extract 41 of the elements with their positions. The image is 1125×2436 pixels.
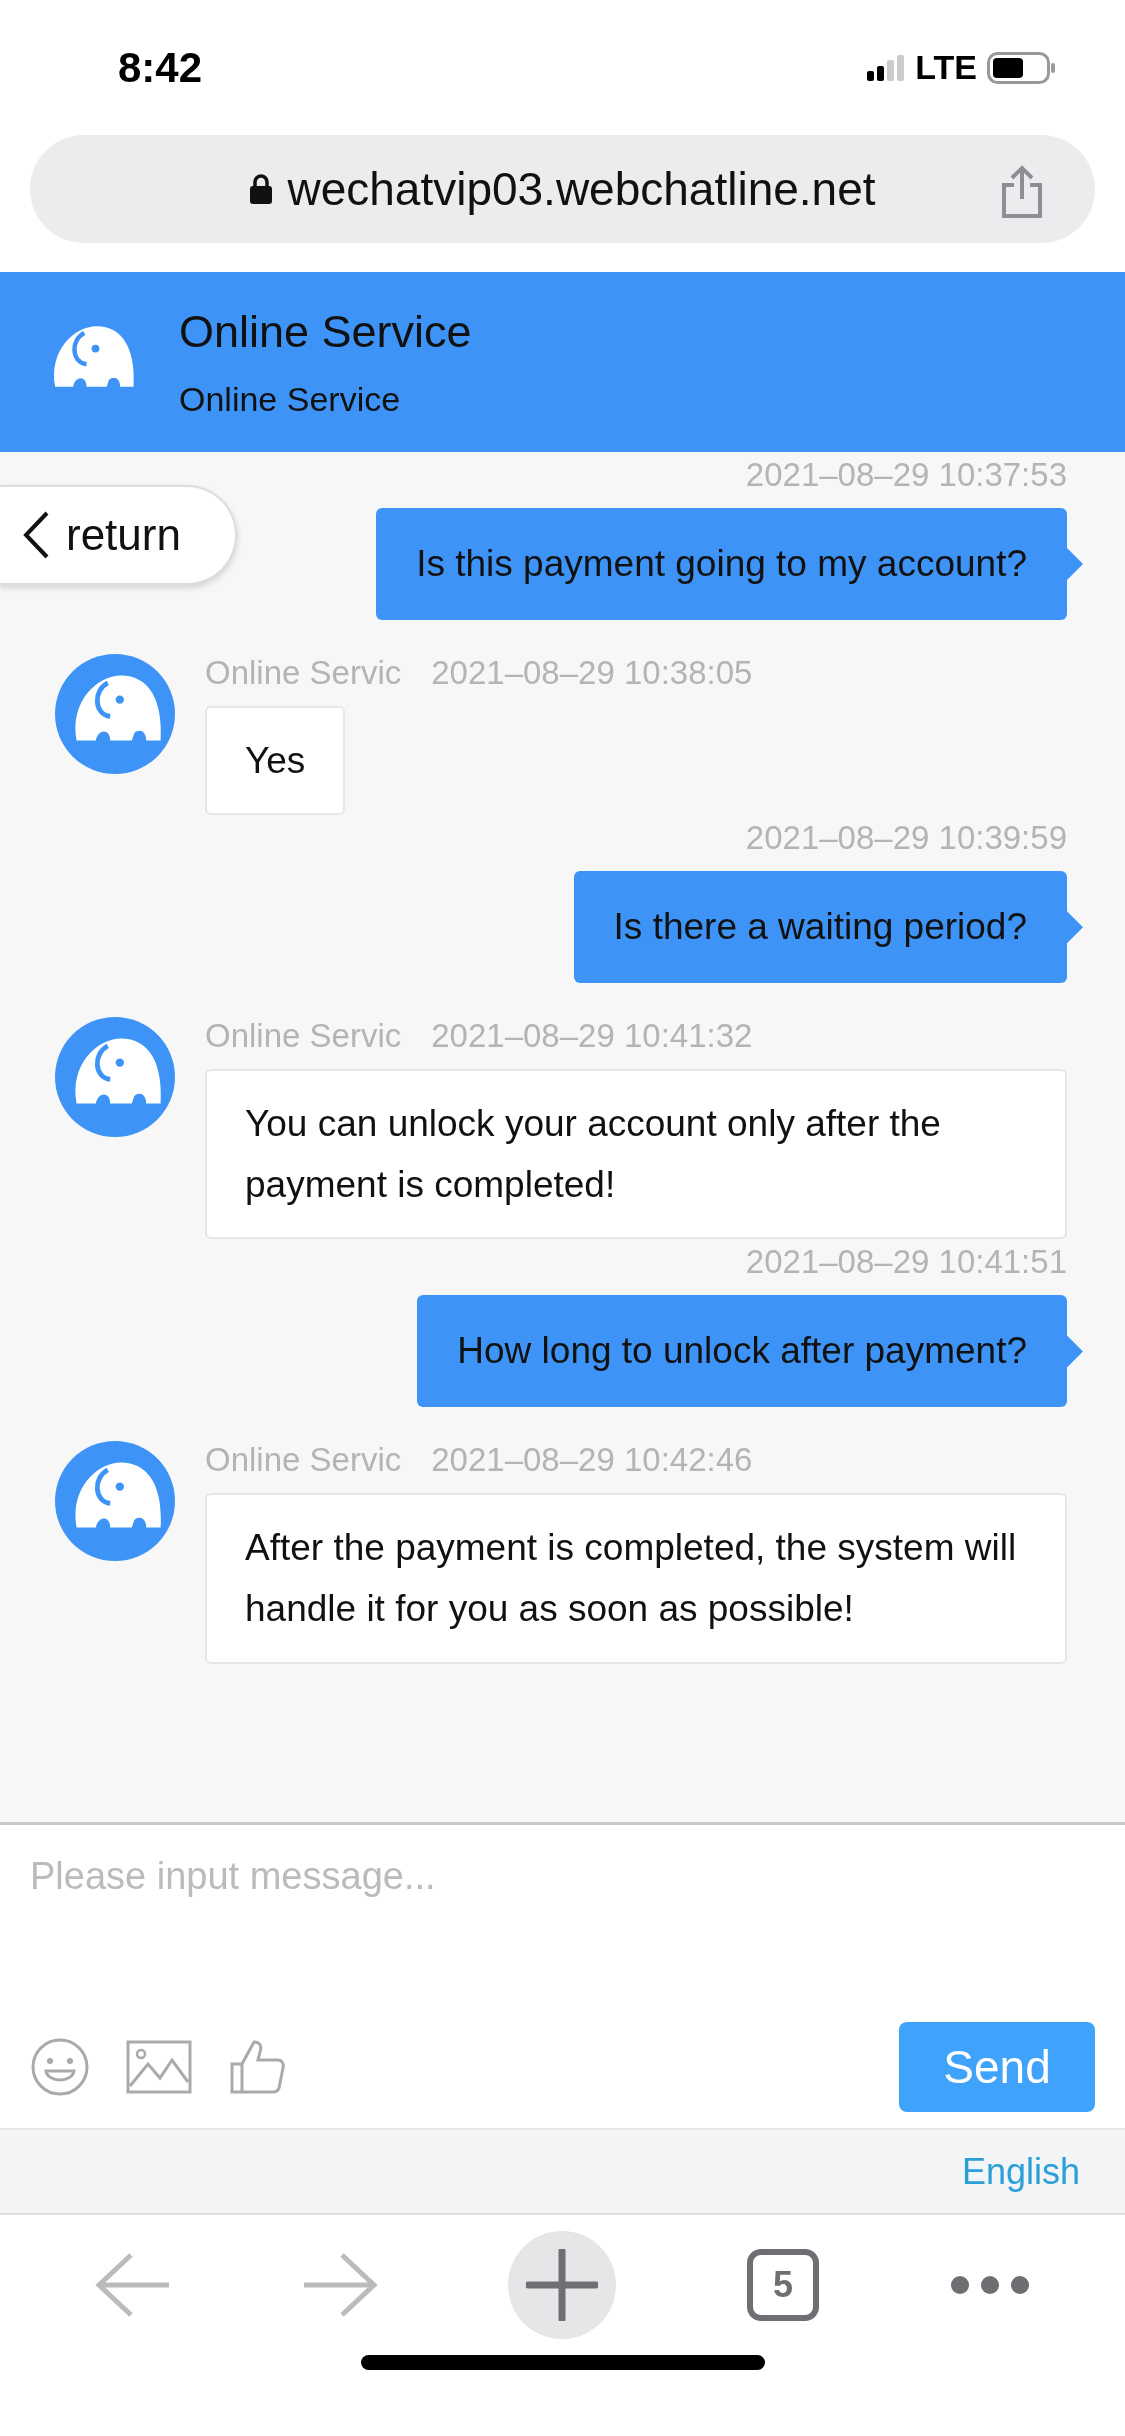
- received-message: After the payment is completed, the system will handle it for you as soon as possible!: [205, 1493, 1067, 1664]
- return-button[interactable]: return: [0, 485, 237, 585]
- sent-message: Is there a waiting period?: [573, 871, 1067, 984]
- lock-icon: [249, 173, 274, 205]
- message-timestamp: 2021–08–29 10:41:32: [431, 1017, 753, 1056]
- received-message: Yes: [205, 706, 346, 816]
- tabs-button[interactable]: 5: [747, 2249, 820, 2321]
- image-icon[interactable]: [126, 2040, 192, 2094]
- network-label: LTE: [915, 48, 977, 87]
- more-icon[interactable]: [949, 2275, 1030, 2295]
- header-title: Online Service: [179, 305, 472, 358]
- forward-icon[interactable]: [301, 2252, 378, 2318]
- message-timestamp: 2021–08–29 10:38:05: [431, 654, 753, 693]
- battery-icon: [987, 51, 1057, 84]
- back-icon[interactable]: [95, 2252, 172, 2318]
- url-text: wechatvip03.webchatline.net: [287, 162, 876, 216]
- agent-avatar-icon: [55, 1441, 175, 1562]
- language-link[interactable]: English: [961, 2150, 1080, 2193]
- thumbs-up-icon[interactable]: [228, 2038, 286, 2096]
- sent-message: How long to unlock after payment?: [417, 1295, 1067, 1408]
- chevron-left-icon: [22, 510, 50, 560]
- agent-avatar-icon: [55, 654, 175, 775]
- header-subtitle: Online Service: [179, 379, 402, 419]
- plus-icon: [526, 2249, 599, 2321]
- sender-name: Online Servic: [205, 1017, 402, 1056]
- message-timestamp: 2021–08–29 10:41:51: [745, 1243, 1067, 1282]
- message-timestamp: 2021–08–29 10:37:53: [745, 456, 1067, 494]
- send-button[interactable]: Send: [899, 2022, 1095, 2112]
- sender-name: Online Servic: [205, 1441, 402, 1480]
- message-input[interactable]: Please input message...: [30, 1855, 1095, 1898]
- signal-icon: [867, 54, 906, 81]
- message-timestamp: 2021–08–29 10:39:59: [745, 819, 1067, 858]
- address-bar[interactable]: wechatvip03.webchatline.net: [30, 135, 1095, 243]
- share-icon[interactable]: [999, 165, 1045, 219]
- agent-avatar-icon: [55, 1017, 175, 1138]
- sent-message: Is this payment going to my account?: [376, 508, 1067, 621]
- status-time: 8:42: [118, 43, 203, 92]
- smiley-icon[interactable]: [30, 2037, 90, 2097]
- message-timestamp: 2021–08–29 10:42:46: [431, 1441, 753, 1480]
- sender-name: Online Servic: [205, 654, 402, 693]
- received-message: You can unlock your account only after the payment is completed!: [205, 1069, 1067, 1240]
